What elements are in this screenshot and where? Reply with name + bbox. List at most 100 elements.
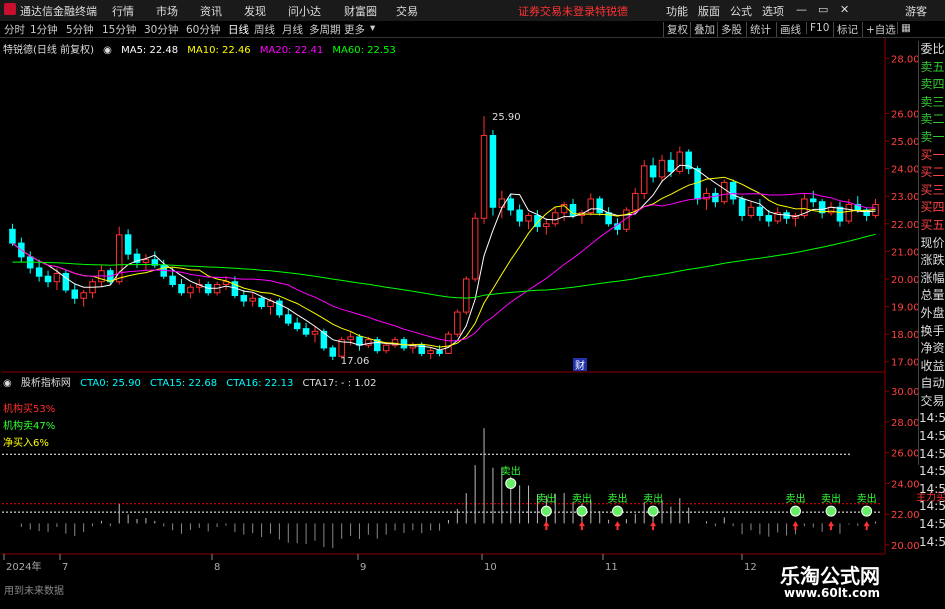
candle-body[interactable] xyxy=(765,215,773,222)
candle-body[interactable] xyxy=(729,181,737,200)
side-panel-item[interactable]: 买五 xyxy=(919,217,945,235)
side-panel-item[interactable]: 买四 xyxy=(919,199,945,217)
side-panel-item[interactable]: 14:50 xyxy=(919,534,945,552)
candle-body[interactable] xyxy=(400,339,408,349)
candle-body[interactable] xyxy=(142,259,150,263)
candle-body[interactable] xyxy=(462,278,470,313)
candle-body[interactable] xyxy=(498,198,506,208)
indicator-icon[interactable]: ◉ xyxy=(3,378,12,389)
candle-body[interactable] xyxy=(347,336,354,341)
side-panel-item[interactable]: 涨跌 xyxy=(919,252,945,270)
candle-body[interactable] xyxy=(53,272,61,283)
sell-signal-marker[interactable] xyxy=(789,505,801,517)
candle-body[interactable] xyxy=(551,212,559,225)
sell-signal-marker[interactable] xyxy=(505,477,517,489)
kline-chart-area[interactable]: 卖出卖出卖出卖出卖出卖出卖出卖出主力买入 17.0018.0019.0020.0… xyxy=(0,0,945,609)
sell-signal-marker[interactable] xyxy=(647,505,659,517)
side-panel-item[interactable]: 净资 xyxy=(919,340,945,358)
side-panel-item[interactable]: 14:50 xyxy=(919,428,945,446)
side-panel-item[interactable]: 14:50 xyxy=(919,516,945,534)
candle-body[interactable] xyxy=(35,267,43,277)
candle-body[interactable] xyxy=(712,192,719,203)
side-panel-item[interactable]: 总量 xyxy=(919,287,945,305)
side-panel-item[interactable]: 涨幅 xyxy=(919,270,945,288)
side-panel-item[interactable]: 卖四 xyxy=(919,76,945,94)
candle-body[interactable] xyxy=(445,333,452,354)
side-panel-item[interactable]: 14:50 xyxy=(919,481,945,499)
candle-body[interactable] xyxy=(311,330,319,335)
candle-body[interactable] xyxy=(747,206,755,217)
candle-body[interactable] xyxy=(249,297,256,302)
candle-body[interactable] xyxy=(649,165,657,178)
candle-body[interactable] xyxy=(640,165,648,194)
sell-signal-label: 卖出 xyxy=(785,492,805,505)
candle-body[interactable] xyxy=(329,347,337,357)
candle-body[interactable] xyxy=(845,203,853,222)
candle-body[interactable] xyxy=(293,322,301,330)
sell-signal-marker[interactable] xyxy=(861,505,873,517)
candle-body[interactable] xyxy=(44,275,52,283)
sell-signal-marker[interactable] xyxy=(612,505,624,517)
candle-body[interactable] xyxy=(124,234,132,255)
side-panel-item[interactable]: 卖三 xyxy=(919,94,945,112)
side-panel-item[interactable]: 自动 xyxy=(919,375,945,393)
candle-body[interactable] xyxy=(302,328,310,335)
candle-body[interactable] xyxy=(240,295,248,302)
candle-body[interactable] xyxy=(525,215,532,222)
side-panel-item[interactable]: 卖五 xyxy=(919,59,945,77)
net-buy-label: 净买入6% xyxy=(3,438,49,449)
sell-signal-marker[interactable] xyxy=(825,505,837,517)
candle-body[interactable] xyxy=(356,336,363,346)
candle-body[interactable] xyxy=(587,198,595,214)
candle-body[interactable] xyxy=(810,198,817,203)
side-panel-item[interactable]: 委比 xyxy=(919,41,945,59)
candle-body[interactable] xyxy=(71,289,78,299)
candle-body[interactable] xyxy=(818,201,826,214)
candle-body[interactable] xyxy=(676,151,684,172)
candle-body[interactable] xyxy=(427,350,434,354)
candle-body[interactable] xyxy=(721,181,728,203)
side-panel-item[interactable]: 卖二 xyxy=(919,111,945,129)
candle-body[interactable] xyxy=(454,311,461,335)
candle-body[interactable] xyxy=(667,159,675,172)
sell-signal-marker[interactable] xyxy=(540,505,552,517)
candle-body[interactable] xyxy=(285,314,292,324)
candle-body[interactable] xyxy=(507,198,514,211)
side-panel-item[interactable]: 卖一 xyxy=(919,129,945,147)
candle-body[interactable] xyxy=(543,223,550,228)
candle-body[interactable] xyxy=(258,297,265,308)
candle-body[interactable] xyxy=(436,350,443,354)
candle-body[interactable] xyxy=(187,286,194,294)
sub-legend: ◉ 股析指标网 CTA0: 25.90 CTA15: 22.68 CTA16: … xyxy=(3,374,383,389)
candle-body[interactable] xyxy=(632,192,639,211)
candle-body[interactable] xyxy=(480,135,488,219)
candle-body[interactable] xyxy=(836,206,844,222)
side-panel-item[interactable]: 外盘 xyxy=(919,305,945,323)
candle-body[interactable] xyxy=(489,135,497,208)
side-panel-item[interactable]: 买三 xyxy=(919,182,945,200)
candle-body[interactable] xyxy=(756,206,764,217)
side-panel-item[interactable]: 14:50 xyxy=(919,446,945,464)
side-panel-item[interactable]: 14:50 xyxy=(919,463,945,481)
side-panel-item[interactable]: 收益 xyxy=(919,358,945,376)
side-panel-item[interactable]: 换手 xyxy=(919,323,945,341)
side-panel-item[interactable]: 买二 xyxy=(919,164,945,182)
candle-body[interactable] xyxy=(471,217,479,280)
candle-body[interactable] xyxy=(658,159,666,178)
candle-body[interactable] xyxy=(382,344,390,352)
candle-body[interactable] xyxy=(80,292,87,299)
side-panel-item[interactable]: 现价 xyxy=(919,235,945,253)
candle-body[interactable] xyxy=(169,275,176,285)
candle-body[interactable] xyxy=(9,228,16,244)
candle-body[interactable] xyxy=(516,209,523,222)
candle-body[interactable] xyxy=(596,198,603,214)
side-panel-item[interactable]: 14:50 xyxy=(919,498,945,516)
ma-toggle-icon[interactable]: ◉ xyxy=(103,45,112,56)
candle-body[interactable] xyxy=(738,198,746,217)
candle-body[interactable] xyxy=(694,168,701,200)
side-panel-item[interactable]: 买一 xyxy=(919,147,945,165)
side-panel-item[interactable]: 14:50 xyxy=(919,410,945,428)
sell-signal-marker[interactable] xyxy=(576,505,588,517)
candle-body[interactable] xyxy=(178,283,185,294)
side-panel-item[interactable]: 交易 xyxy=(919,393,945,411)
